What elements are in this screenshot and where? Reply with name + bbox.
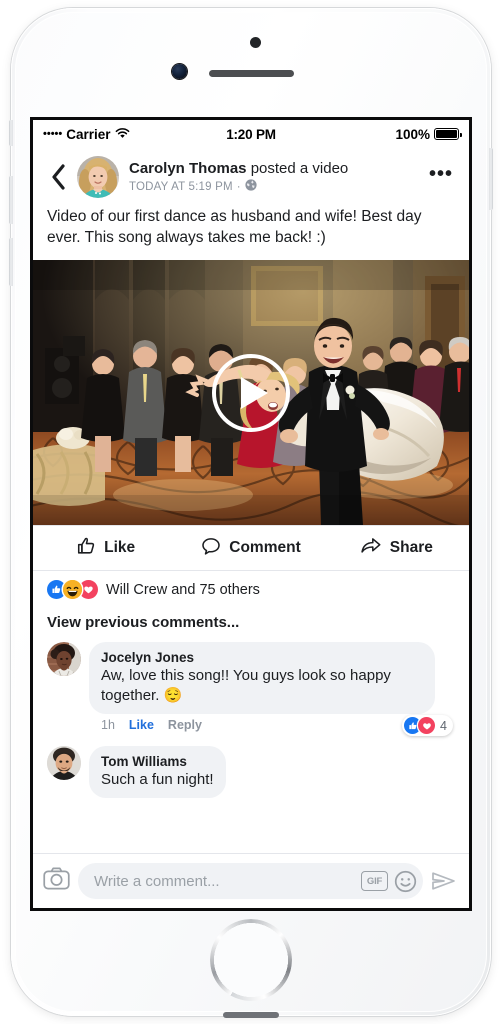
comment-text: Such a fun night! — [101, 771, 214, 788]
reactions-summary[interactable]: Will Crew and 75 others — [33, 570, 469, 605]
post-action-text: posted a video — [246, 159, 349, 177]
volume-up-button[interactable] — [9, 176, 13, 224]
comment-bubble: Jocelyn Jones Aw, love this song!! You g… — [89, 642, 435, 714]
comment-bubble: Tom Williams Such a fun night! — [89, 746, 226, 798]
post-header-text: Carolyn Thomas posted a video TODAY AT 5… — [129, 159, 421, 196]
gif-button[interactable]: GIF — [361, 871, 388, 891]
globe-icon — [245, 178, 257, 196]
post-author-name[interactable]: Carolyn Thomas — [129, 160, 247, 177]
comment-author-name[interactable]: Tom Williams — [101, 753, 214, 770]
avatar[interactable] — [77, 156, 119, 198]
like-button[interactable]: Like — [33, 526, 178, 570]
post-byline: Carolyn Thomas posted a video — [129, 159, 421, 178]
back-chevron-icon[interactable] — [43, 158, 73, 196]
comment-reaction-count: 4 — [440, 718, 447, 733]
lightning-port — [223, 1012, 279, 1018]
silent-switch[interactable] — [9, 120, 13, 146]
post-header: Carolyn Thomas posted a video TODAY AT 5… — [33, 148, 469, 204]
avatar[interactable] — [47, 746, 81, 780]
power-button[interactable] — [489, 148, 493, 210]
comment-timestamp: 1h — [101, 718, 115, 732]
post-timestamp: TODAY AT 5:19 PM — [129, 181, 233, 193]
share-button-label: Share — [389, 539, 433, 556]
iphone-device-frame: ••••• Carrier 1:20 PM 100% Carolyn Thoma… — [9, 8, 493, 1018]
post-action-bar: Like Comment Share — [33, 525, 469, 570]
comment-body: Tom Williams Such a fun night! — [89, 746, 455, 798]
comment-meta: 1h Like Reply — [89, 714, 455, 732]
volume-down-button[interactable] — [9, 238, 13, 286]
comment-body: Jocelyn Jones Aw, love this song!! You g… — [89, 642, 455, 736]
search-input[interactable] — [92, 871, 355, 891]
camera-icon[interactable] — [43, 867, 70, 895]
list-item: Tom Williams Such a fun night! — [33, 746, 469, 802]
proximity-sensor-icon — [250, 37, 261, 48]
front-camera-icon — [172, 64, 187, 79]
home-button[interactable] — [211, 920, 291, 1000]
wifi-icon — [115, 127, 130, 142]
phone-screen: ••••• Carrier 1:20 PM 100% Carolyn Thoma… — [33, 120, 469, 908]
battery-full-icon — [434, 128, 462, 140]
comment-composer: GIF — [33, 853, 469, 908]
comment-text: Aw, love this song!! You guys look so ha… — [101, 667, 391, 704]
view-previous-comments-link[interactable]: View previous comments... — [33, 605, 469, 642]
signal-strength-icon: ••••• — [43, 127, 63, 140]
thumbs-up-outline-icon — [76, 536, 96, 561]
post-meta: TODAY AT 5:19 PM · — [129, 178, 421, 196]
status-bar-clock: 1:20 PM — [226, 126, 276, 142]
post-body-text: Video of our first dance as husband and … — [47, 208, 422, 246]
list-item: Jocelyn Jones Aw, love this song!! You g… — [33, 642, 469, 736]
avatar[interactable] — [47, 642, 81, 676]
carrier-label: Carrier — [66, 126, 111, 142]
comment-author-name[interactable]: Jocelyn Jones — [101, 649, 423, 666]
ellipsis-icon[interactable]: ••• — [421, 161, 455, 193]
smiley-face-icon[interactable] — [394, 870, 417, 893]
battery-percent-label: 100% — [395, 126, 430, 142]
comment-button[interactable]: Comment — [178, 526, 323, 570]
speech-bubble-outline-icon — [201, 536, 221, 561]
play-button-icon[interactable] — [212, 353, 290, 432]
earpiece-speaker — [209, 70, 294, 77]
like-button-label: Like — [104, 539, 136, 556]
reactions-count-label[interactable]: Will Crew and 75 others — [106, 582, 260, 598]
share-arrow-icon — [360, 536, 382, 561]
status-bar: ••••• Carrier 1:20 PM 100% — [33, 120, 469, 148]
comment-button-label: Comment — [229, 539, 301, 556]
status-bar-left: ••••• Carrier — [43, 127, 226, 142]
comment-like-button[interactable]: Like — [129, 718, 154, 732]
send-arrow-icon[interactable] — [431, 869, 459, 893]
comment-input-container[interactable]: GIF — [78, 863, 423, 899]
love-reaction-icon — [418, 717, 436, 734]
meta-separator: · — [236, 181, 241, 193]
status-bar-right: 100% — [276, 126, 462, 142]
comment-reply-button[interactable]: Reply — [168, 718, 202, 732]
share-button[interactable]: Share — [324, 526, 469, 570]
video-player[interactable] — [33, 260, 469, 525]
haha-reaction-icon — [63, 580, 82, 599]
comment-reaction-pill[interactable]: 4 — [402, 715, 453, 736]
